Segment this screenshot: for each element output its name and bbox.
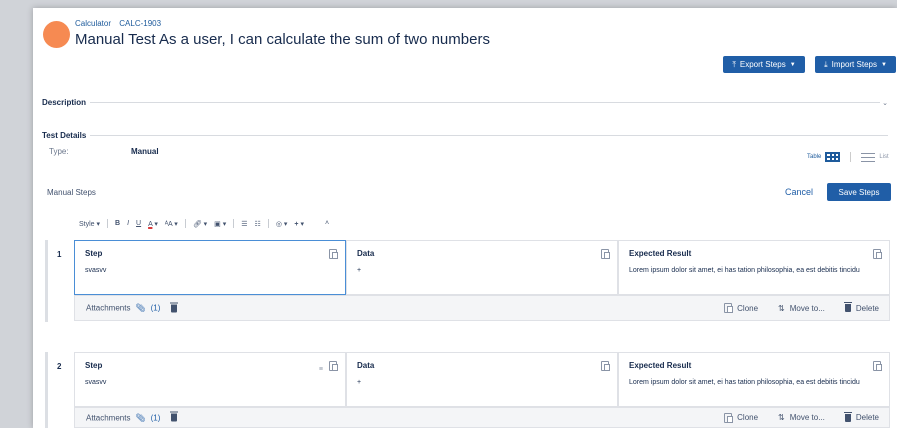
type-label: Type: — [49, 147, 69, 156]
divider — [90, 102, 881, 103]
step-text: svasvv — [85, 267, 107, 274]
data-text: + — [357, 267, 362, 274]
list-view-label[interactable]: List — [879, 154, 888, 160]
description-section-header[interactable]: Description ⌄ — [42, 98, 888, 107]
step-number: 1 — [57, 250, 62, 259]
export-steps-button[interactable]: ⤒ Export Steps ▼ — [723, 56, 805, 73]
cancel-button[interactable]: Cancel — [785, 187, 813, 197]
attachments-count[interactable]: (1) — [151, 304, 161, 313]
numbered-list-button[interactable]: ☷ — [255, 220, 261, 228]
trash-icon[interactable] — [170, 302, 179, 312]
chevron-down-icon: ▼ — [789, 61, 796, 68]
insert-button[interactable]: ▣ ▾ — [214, 220, 226, 228]
emoji-button[interactable]: ◎ ▾ — [276, 220, 288, 228]
clone-icon — [724, 303, 734, 313]
list-icon[interactable] — [861, 152, 876, 162]
breadcrumb-project-link[interactable]: Calculator — [75, 19, 111, 28]
trash-icon — [843, 411, 852, 422]
bullet-list-button[interactable]: ☰ — [241, 220, 247, 228]
text-size-button[interactable]: ᴬA ▾ — [165, 220, 178, 228]
view-toggle: Table List — [807, 152, 889, 162]
text-color-button[interactable]: A ▾ — [148, 220, 158, 228]
move-to-button[interactable]: ⇅ Move to... — [778, 413, 825, 422]
trash-icon — [843, 302, 852, 312]
link-button[interactable]: 🔗︎ ▾ — [193, 220, 207, 228]
attachments-label[interactable]: Attachments — [86, 413, 130, 422]
test-issue-page: Calculator CALC-1903 Manual Test As a us… — [33, 8, 897, 428]
project-avatar[interactable] — [43, 21, 70, 48]
chevron-down-icon: ▼ — [880, 61, 887, 68]
step-footer: Attachments 📎︎ (1) Clone ⇅ Move to... Del… — [74, 295, 890, 321]
clone-button[interactable]: Clone — [724, 303, 758, 313]
attachments-label[interactable]: Attachments — [86, 304, 130, 313]
divider — [233, 219, 235, 228]
save-steps-button[interactable]: Save Steps — [827, 183, 891, 201]
table-grid-icon[interactable] — [825, 152, 841, 162]
move-to-button[interactable]: ⇅ Move to... — [778, 304, 825, 313]
expected-result-text: Lorem ipsum dolor sit amet, ei has tatio… — [629, 267, 860, 274]
test-details-section-header: Test Details — [42, 131, 888, 140]
delete-button[interactable]: Delete — [843, 302, 879, 313]
paperclip-icon[interactable]: 📎︎ — [135, 304, 145, 313]
bold-button[interactable]: B — [115, 220, 120, 227]
breadcrumb-issue-key-link[interactable]: CALC-1903 — [119, 19, 161, 28]
copy-icon[interactable] — [601, 358, 610, 376]
copy-icon[interactable]: ≡ — [318, 358, 338, 376]
step-text: svasvv — [85, 379, 107, 386]
trash-icon[interactable] — [170, 411, 179, 422]
divider — [184, 219, 186, 228]
copy-icon[interactable] — [873, 246, 882, 264]
move-icon: ⇅ — [778, 303, 785, 313]
import-steps-button[interactable]: ⤓ Import Steps ▼ — [815, 56, 896, 73]
table-view-label[interactable]: Table — [807, 154, 821, 160]
divider — [90, 135, 888, 136]
copy-icon[interactable] — [873, 358, 882, 376]
type-value: Manual — [131, 147, 159, 156]
paperclip-icon[interactable]: 📎︎ — [135, 413, 145, 422]
attachments-count[interactable]: (1) — [151, 413, 161, 422]
divider — [850, 152, 852, 162]
breadcrumb: Calculator CALC-1903 — [75, 19, 167, 28]
step-footer: Attachments 📎︎ (1) Clone ⇅ Move to... Del… — [74, 407, 890, 428]
data-cell[interactable]: Data + — [346, 240, 618, 295]
expected-result-text: Lorem ipsum dolor sit amet, ei has tatio… — [629, 379, 860, 386]
export-icon: ⤒ — [732, 59, 736, 69]
expected-result-cell[interactable]: Expected Result Lorem ipsum dolor sit am… — [618, 352, 890, 407]
chevron-down-icon[interactable]: ⌄ — [882, 99, 888, 107]
step-number: 2 — [57, 362, 62, 371]
step-cell[interactable]: Step svasvv ≡ — [74, 352, 346, 407]
move-icon: ⇅ — [778, 413, 785, 422]
data-cell[interactable]: Data + — [346, 352, 618, 407]
expected-result-cell[interactable]: Expected Result Lorem ipsum dolor sit am… — [618, 240, 890, 295]
collapse-toolbar-button[interactable]: ˄ — [325, 220, 329, 227]
step-drag-rail[interactable] — [45, 240, 48, 322]
clone-button[interactable]: Clone — [724, 412, 758, 423]
style-dropdown[interactable]: Style ▾ — [79, 220, 100, 228]
import-icon: ⤓ — [824, 59, 828, 69]
copy-icon[interactable] — [329, 246, 338, 264]
data-text: + — [357, 379, 362, 386]
italic-button[interactable]: I — [127, 220, 129, 227]
drag-handle-icon: ≡ — [318, 366, 323, 373]
step-cell[interactable]: Step svasvv — [74, 240, 346, 295]
add-button[interactable]: + ▾ — [294, 220, 304, 228]
clone-icon — [724, 412, 734, 423]
underline-button[interactable]: U — [136, 220, 141, 227]
manual-steps-label: Manual Steps — [47, 188, 96, 197]
delete-button[interactable]: Delete — [843, 411, 879, 422]
page-title: Manual Test As a user, I can calculate t… — [75, 31, 490, 48]
divider — [107, 219, 109, 228]
step-drag-rail[interactable] — [45, 352, 48, 428]
copy-icon[interactable] — [601, 246, 610, 264]
rich-text-toolbar: Style ▾ B I U A ▾ ᴬA ▾ 🔗︎ ▾ ▣ ▾ ☰ ☷ ◎ ▾ … — [79, 219, 329, 228]
divider — [267, 219, 269, 228]
